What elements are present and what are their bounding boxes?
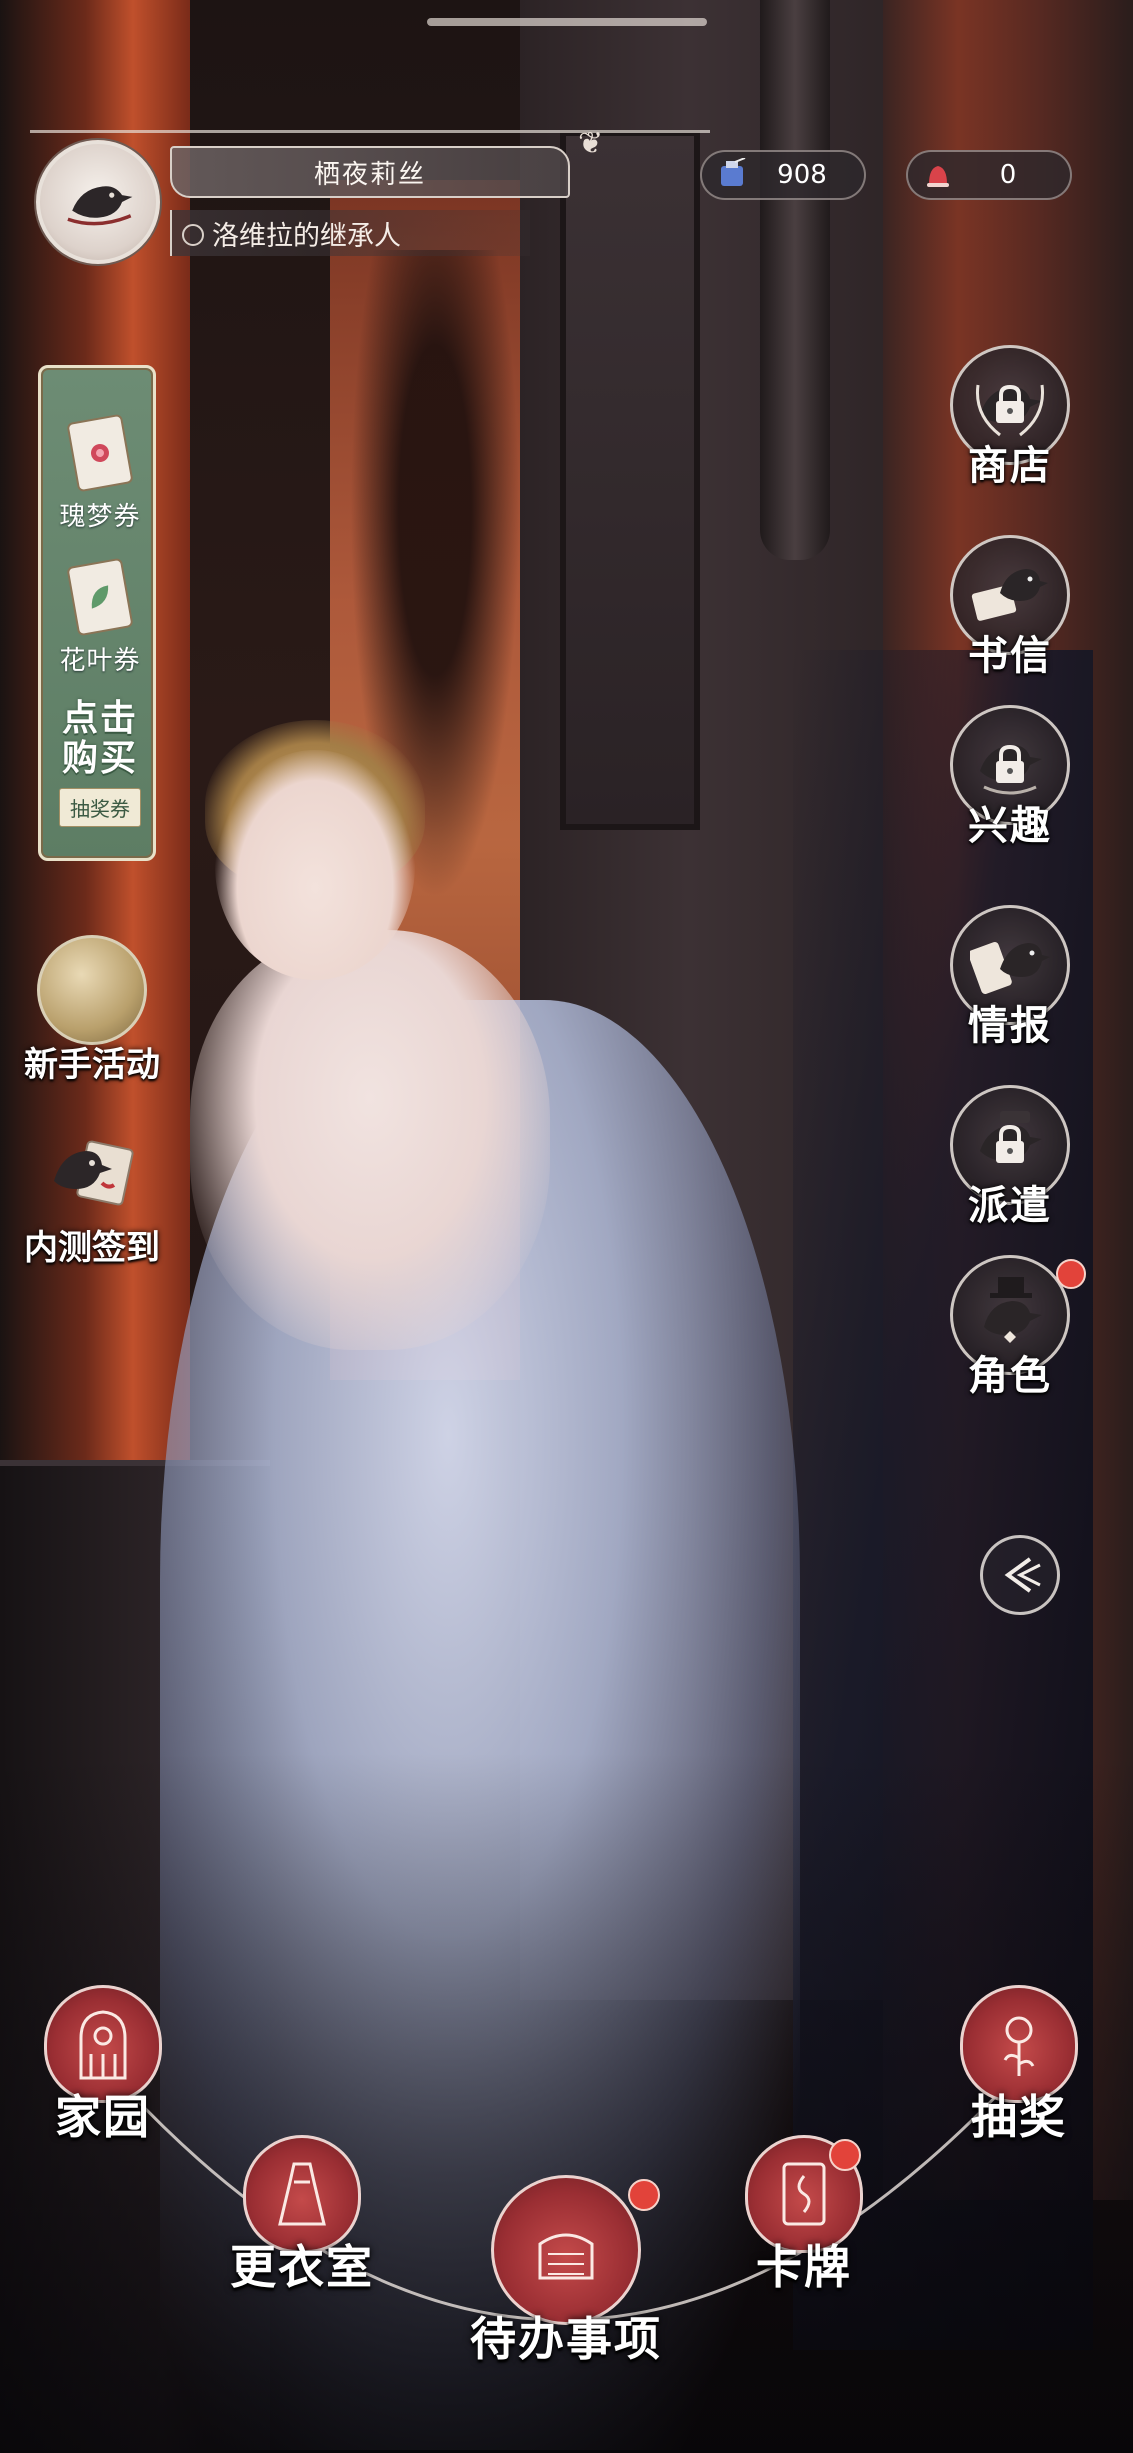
- player-title: 洛维拉的继承人: [170, 210, 530, 256]
- nav-label: 抽奖: [971, 2090, 1067, 2144]
- buy-tag: 抽奖券: [59, 788, 141, 827]
- ticket-label: 瑰梦券: [59, 502, 141, 532]
- dispatch-button[interactable]: 派遣: [930, 1085, 1080, 1245]
- iron-door: [560, 130, 700, 830]
- character-body: [190, 930, 550, 1350]
- event-label: 新手活动: [24, 1045, 160, 1085]
- draw-nav-button[interactable]: 抽奖: [960, 1985, 1078, 2147]
- lock-icon: [996, 1124, 1024, 1163]
- characters-button[interactable]: 角色: [930, 1255, 1086, 1415]
- event-label: 内测签到: [24, 1228, 160, 1268]
- leaf-card-icon: [66, 557, 134, 637]
- red-bell-icon: [916, 155, 960, 195]
- intel-button[interactable]: 情报: [930, 905, 1080, 1065]
- drain-pipe: [760, 0, 830, 560]
- shop-button[interactable]: 商店: [930, 345, 1080, 505]
- player-name: 栖夜莉丝: [170, 146, 570, 198]
- chevron-wing-icon: [1004, 1557, 1041, 1593]
- player-profile[interactable]: 栖夜莉丝 洛维拉的继承人: [30, 130, 570, 270]
- nav-label: 更衣室: [230, 2240, 374, 2294]
- ink-amount: 908: [777, 160, 827, 190]
- newbie-event-button[interactable]: 新手活动: [12, 935, 172, 1086]
- character-face: [215, 750, 415, 980]
- collapse-menu-button[interactable]: [980, 1535, 1060, 1615]
- menu-label: 书信: [968, 632, 1052, 679]
- menu-label: 派遣: [968, 1182, 1052, 1229]
- todo-nav-button[interactable]: 待办事项: [470, 2175, 662, 2369]
- nav-label: 卡牌: [756, 2240, 852, 2294]
- ticket-shop-panel[interactable]: 瑰梦券 花叶券 点击购买 抽奖券: [38, 365, 156, 861]
- rose-card-icon: [66, 413, 134, 493]
- lock-icon: [996, 384, 1024, 423]
- beta-checkin-button[interactable]: 内测签到: [12, 1118, 172, 1269]
- bell-currency[interactable]: 0: [906, 150, 1072, 200]
- hobbies-button[interactable]: 兴趣: [930, 705, 1080, 865]
- menu-label: 商店: [968, 442, 1052, 489]
- home-nav-button[interactable]: 家园: [44, 1985, 162, 2147]
- menu-label: 兴趣: [968, 802, 1052, 849]
- notification-badge: [628, 2179, 660, 2211]
- ink-currency[interactable]: 908: [700, 150, 866, 200]
- crow-avatar-icon: [67, 186, 133, 226]
- nav-label: 家园: [55, 2090, 151, 2144]
- ticket-label: 花叶券: [59, 646, 141, 676]
- crow-scroll-icon: [37, 1118, 147, 1228]
- avatar[interactable]: [36, 140, 160, 264]
- ink-bottle-icon: [710, 155, 754, 195]
- lock-icon: [996, 744, 1024, 783]
- rose-dream-ticket[interactable]: 瑰梦券: [51, 406, 149, 546]
- letters-button[interactable]: 书信: [930, 535, 1080, 695]
- notification-badge: [829, 2139, 861, 2171]
- home-indicator: [427, 18, 707, 26]
- buy-button[interactable]: 点击购买 抽奖券: [47, 698, 153, 838]
- buy-label: 点击购买: [61, 697, 138, 779]
- ornament-icon: ❦: [578, 126, 604, 161]
- wardrobe-nav-button[interactable]: 更衣室: [230, 2135, 374, 2297]
- notification-badge: [1056, 1259, 1086, 1289]
- nav-label: 待办事项: [470, 2312, 662, 2366]
- menu-label: 角色: [968, 1352, 1052, 1399]
- bell-amount: 0: [999, 160, 1017, 190]
- golden-orb-icon: [37, 935, 147, 1045]
- flower-leaf-ticket[interactable]: 花叶券: [51, 550, 149, 690]
- menu-label: 情报: [968, 1002, 1052, 1049]
- cards-nav-button[interactable]: 卡牌: [745, 2135, 863, 2297]
